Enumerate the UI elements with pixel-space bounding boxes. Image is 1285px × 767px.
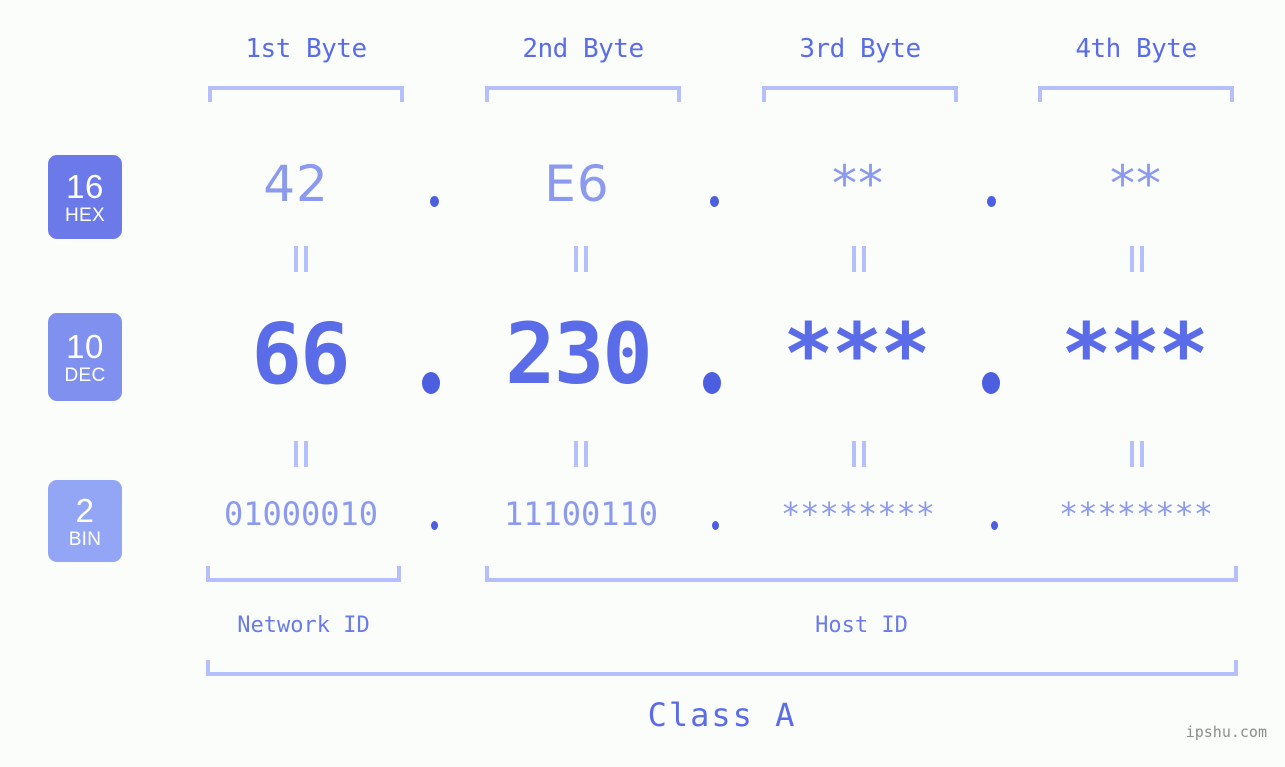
class-label: Class A: [647, 696, 797, 734]
equals-connector-hex-dec-2: [483, 246, 679, 272]
site-watermark: ipshu.com: [1185, 723, 1267, 741]
hex-value-byte-1: 42: [263, 155, 329, 213]
bin-value-byte-4: ********: [1058, 495, 1214, 533]
byte-header-1: 1st Byte: [245, 34, 367, 64]
equals-connector-dec-bin-4: [1039, 441, 1235, 467]
radix-badge-hex: 16 HEX: [48, 155, 122, 239]
hex-value-byte-4: **: [1110, 155, 1162, 213]
network-id-label: Network ID: [237, 613, 370, 638]
hex-separator-dot-3: [987, 196, 996, 207]
byte-bracket-4: [1038, 86, 1234, 102]
byte-bracket-1: [208, 86, 404, 102]
bin-separator-dot-1: [431, 521, 438, 530]
equals-connector-dec-bin-1: [203, 441, 399, 467]
dec-value-byte-4: ***: [1061, 305, 1209, 403]
hex-separator-dot-1: [430, 196, 439, 207]
byte-header-2: 2nd Byte: [522, 34, 644, 64]
equals-connector-dec-bin-2: [483, 441, 679, 467]
byte-header-4: 4th Byte: [1075, 34, 1197, 64]
radix-badge-bin: 2 BIN: [48, 480, 122, 562]
host-id-bracket: [485, 566, 1238, 582]
radix-badge-bin-name: BIN: [68, 528, 102, 550]
bin-value-byte-1: 01000010: [223, 495, 379, 533]
dec-value-byte-1: 66: [251, 305, 350, 403]
equals-connector-hex-dec-1: [203, 246, 399, 272]
radix-badge-bin-number: 2: [75, 491, 95, 529]
bin-value-byte-2: 11100110: [503, 495, 659, 533]
radix-badge-dec-number: 10: [66, 327, 104, 365]
hex-value-byte-3: **: [832, 155, 884, 213]
bin-value-byte-3: ********: [780, 495, 936, 533]
hex-value-byte-2: E6: [544, 155, 610, 213]
radix-badge-hex-number: 16: [66, 167, 104, 205]
network-id-bracket: [206, 566, 401, 582]
equals-connector-hex-dec-4: [1039, 246, 1235, 272]
hex-separator-dot-2: [710, 196, 719, 207]
dec-separator-dot-3: [982, 372, 1000, 394]
dec-value-byte-3: ***: [783, 305, 931, 403]
bin-separator-dot-3: [991, 521, 998, 530]
radix-badge-hex-name: HEX: [65, 204, 105, 226]
dec-separator-dot-1: [422, 372, 440, 394]
byte-bracket-2: [485, 86, 681, 102]
equals-connector-hex-dec-3: [761, 246, 957, 272]
byte-bracket-3: [762, 86, 958, 102]
dec-separator-dot-2: [703, 372, 721, 394]
ip-byte-breakdown-diagram: 1st Byte 2nd Byte 3rd Byte 4th Byte 16 H…: [0, 0, 1285, 767]
dec-value-byte-2: 230: [505, 305, 653, 403]
class-bracket: [206, 660, 1238, 676]
byte-header-3: 3rd Byte: [799, 34, 921, 64]
radix-badge-dec: 10 DEC: [48, 313, 122, 401]
host-id-label: Host ID: [815, 613, 908, 638]
bin-separator-dot-2: [712, 521, 719, 530]
radix-badge-dec-name: DEC: [64, 364, 106, 386]
equals-connector-dec-bin-3: [761, 441, 957, 467]
